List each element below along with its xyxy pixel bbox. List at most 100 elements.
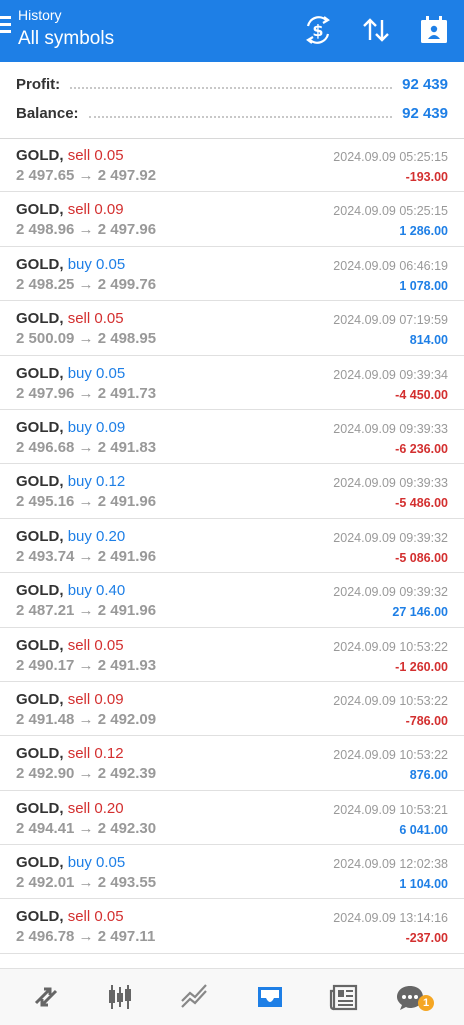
history-tab[interactable] bbox=[238, 969, 302, 1025]
trade-row[interactable]: GOLD, sell 0.20 2 494.41 → 2 492.30 2024.0… bbox=[0, 791, 464, 846]
trade-prices: 2 492.90 → 2 492.39 bbox=[16, 765, 157, 783]
trade-title: GOLD, buy 0.12 bbox=[16, 473, 125, 490]
trade-volume: 0.09 bbox=[94, 690, 124, 708]
trade-title: GOLD, sell 0.12 bbox=[16, 745, 124, 762]
trade-time: 2024.09.09 09:39:34 bbox=[333, 367, 448, 382]
header-subtitle: History bbox=[18, 7, 62, 23]
svg-text:$: $ bbox=[312, 21, 323, 40]
trade-symbol: GOLD bbox=[16, 418, 60, 436]
trade-prices: 2 498.96 → 2 497.96 bbox=[16, 221, 157, 239]
trade-volume: 0.09 bbox=[96, 418, 126, 436]
trade-time: 2024.09.09 10:53:22 bbox=[333, 639, 448, 654]
trade-side: buy bbox=[67, 527, 92, 545]
trade-prices: 2 497.65 → 2 497.92 bbox=[16, 167, 157, 184]
balance-dots bbox=[88, 116, 393, 118]
trade-side: sell bbox=[67, 147, 91, 164]
trade-prices: 2 498.25 → 2 499.76 bbox=[16, 275, 157, 293]
balance-label: Balance: bbox=[16, 104, 79, 122]
trade-title: GOLD, sell 0.05 bbox=[16, 310, 124, 327]
trade-time: 2024.09.09 10:53:21 bbox=[333, 802, 448, 817]
trade-time: 2024.09.09 05:25:15 bbox=[333, 204, 448, 219]
trade-prices: 2 495.16 → 2 491.96 bbox=[16, 493, 157, 511]
trade-symbol: GOLD bbox=[16, 690, 60, 708]
trade-prices: 2 491.48 → 2 492.09 bbox=[16, 710, 157, 728]
trade-time: 2024.09.09 09:39:32 bbox=[333, 585, 448, 600]
trade-symbol: GOLD bbox=[16, 582, 60, 600]
trade-row[interactable]: GOLD, buy 0.05 2 497.96 → 2 491.73 2024.09… bbox=[0, 356, 464, 410]
trade-separator: , bbox=[59, 473, 68, 491]
trade-symbol: GOLD bbox=[16, 854, 60, 872]
trade-time: 2024.09.09 07:19:59 bbox=[333, 313, 448, 328]
trade-profit: -786.00 bbox=[405, 713, 448, 728]
trade-symbol: GOLD bbox=[16, 799, 60, 817]
trade-separator: , bbox=[59, 201, 68, 219]
trade-side: sell bbox=[67, 636, 91, 654]
trade-volume: 0.05 bbox=[96, 364, 126, 382]
trade-symbol: GOLD bbox=[16, 636, 60, 654]
chart-icon bbox=[109, 985, 131, 1009]
messages-tab[interactable]: 1 bbox=[378, 969, 442, 1025]
balance-row: Balance: 92 439 bbox=[16, 102, 448, 124]
trade-title: GOLD, buy 0.05 bbox=[16, 365, 125, 382]
trade-separator: , bbox=[59, 908, 68, 926]
bottom-nav: 1 bbox=[0, 968, 464, 1025]
trade-symbol: GOLD bbox=[16, 310, 60, 328]
trade-tab[interactable] bbox=[162, 969, 226, 1025]
news-tab[interactable] bbox=[312, 969, 376, 1025]
trade-row[interactable]: GOLD, sell 0.05 2 497.65 → 2 497.92 2024.0… bbox=[0, 138, 464, 193]
trade-side: buy bbox=[67, 582, 92, 600]
trade-profit: -5 486.00 bbox=[395, 496, 448, 511]
trade-separator: , bbox=[59, 527, 68, 545]
trade-row[interactable]: GOLD, sell 0.09 2 498.96 → 2 497.96 2024.0… bbox=[0, 192, 464, 247]
trade-separator: , bbox=[59, 690, 68, 708]
trade-volume: 0.05 bbox=[94, 147, 124, 164]
account-summary: Profit: 92 439 Balance: 92 439 bbox=[0, 62, 464, 139]
trade-title: GOLD, sell 0.05 bbox=[16, 637, 124, 654]
trade-row[interactable]: GOLD, sell 0.05 2 500.09 → 2 498.95 2024.0… bbox=[0, 301, 464, 356]
trade-volume: 0.20 bbox=[94, 799, 124, 817]
trade-icon bbox=[181, 984, 207, 1008]
trade-profit: 876.00 bbox=[409, 768, 448, 783]
news-icon bbox=[329, 984, 358, 1011]
chart-tab[interactable] bbox=[88, 969, 152, 1025]
trade-row[interactable]: GOLD, sell 0.05 2 490.17 → 2 491.93 2024.0… bbox=[0, 628, 464, 682]
trade-row[interactable]: GOLD, buy 0.05 2 498.25 → 2 499.76 2024.09… bbox=[0, 247, 464, 302]
sort-icon[interactable] bbox=[360, 14, 392, 46]
trade-prices: 2 496.68 → 2 491.83 bbox=[16, 438, 157, 456]
trade-row[interactable]: GOLD, buy 0.40 2 487.21 → 2 491.96 2024.09… bbox=[0, 573, 464, 628]
trade-separator: , bbox=[59, 310, 68, 328]
trade-profit: -4 450.00 bbox=[395, 387, 448, 402]
trade-side: sell bbox=[67, 310, 91, 328]
trade-prices: 2 490.17 → 2 491.93 bbox=[16, 656, 157, 674]
trade-row[interactable]: GOLD, sell 0.12 2 492.90 → 2 492.39 2024.0… bbox=[0, 736, 464, 791]
trade-title: GOLD, buy 0.20 bbox=[16, 528, 125, 545]
balance-value: 92 439 bbox=[402, 104, 448, 122]
trade-row[interactable]: GOLD, buy 0.20 2 493.74 → 2 491.96 2024.09… bbox=[0, 519, 464, 574]
trade-title: GOLD, sell 0.09 bbox=[16, 691, 124, 708]
quotes-tab[interactable] bbox=[14, 969, 78, 1025]
trade-time: 2024.09.09 06:46:19 bbox=[333, 258, 448, 273]
trade-title: GOLD, sell 0.09 bbox=[16, 201, 124, 218]
trade-time: 2024.09.09 05:25:15 bbox=[333, 150, 448, 164]
trade-prices: 2 493.74 → 2 491.96 bbox=[16, 547, 157, 565]
trade-time: 2024.09.09 10:53:22 bbox=[333, 748, 448, 763]
trade-volume: 0.12 bbox=[94, 745, 124, 763]
header-title[interactable]: All symbols bbox=[18, 28, 114, 50]
trade-title: GOLD, buy 0.40 bbox=[16, 582, 125, 599]
trade-row[interactable]: GOLD, buy 0.09 2 496.68 → 2 491.83 2024.09… bbox=[0, 410, 464, 465]
trade-side: sell bbox=[67, 908, 91, 926]
menu-icon[interactable] bbox=[0, 16, 12, 36]
trade-separator: , bbox=[59, 147, 68, 164]
trade-row[interactable]: GOLD, sell 0.09 2 491.48 → 2 492.09 2024.0… bbox=[0, 682, 464, 737]
trade-prices: 2 494.41 → 2 492.30 bbox=[16, 819, 157, 837]
calendar-icon[interactable] bbox=[418, 14, 450, 46]
trade-side: sell bbox=[67, 201, 91, 219]
currency-exchange-icon[interactable]: $ bbox=[302, 14, 334, 46]
trade-profit: 1 078.00 bbox=[399, 278, 448, 293]
trade-row[interactable]: GOLD, buy 0.12 2 495.16 → 2 491.96 2024.09… bbox=[0, 464, 464, 519]
trade-title: GOLD, sell 0.05 bbox=[16, 147, 124, 164]
trade-row[interactable]: GOLD, sell 0.05 2 496.78 → 2 497.11 2024.0… bbox=[0, 899, 464, 954]
trade-row[interactable]: GOLD, buy 0.05 2 492.01 → 2 493.55 2024.09… bbox=[0, 845, 464, 900]
trade-profit: -5 086.00 bbox=[395, 550, 448, 565]
trade-time: 2024.09.09 13:14:16 bbox=[333, 911, 448, 926]
